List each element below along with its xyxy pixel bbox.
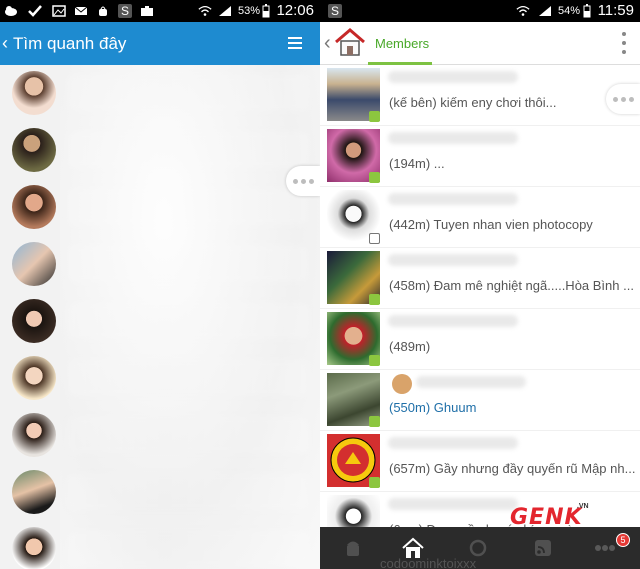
status-clock: 12:06 (276, 2, 314, 19)
more-options-button[interactable] (606, 84, 640, 114)
avatar (12, 185, 56, 229)
avatar (12, 527, 56, 569)
blur-overlay (60, 65, 320, 569)
blurred-name (388, 254, 518, 266)
members-header: ‹ Members (320, 22, 640, 65)
chat-icon[interactable] (592, 535, 618, 561)
member-status: (194m) ... (389, 156, 445, 171)
blurred-name (388, 315, 518, 327)
avatar (12, 242, 56, 286)
right-status-bar: S 54% 11:59 (320, 0, 640, 22)
android-icon (369, 294, 380, 305)
genk-watermark: GENK .VN (510, 503, 589, 530)
android-icon (369, 355, 380, 366)
image-icon (52, 4, 66, 18)
bottom-nav-bar: 5 (320, 527, 640, 569)
chevron-left-icon[interactable]: ‹ (324, 32, 331, 55)
signal-icon (538, 4, 552, 18)
house-logo-icon[interactable] (334, 27, 366, 57)
overlay-text: codoominktoixxx (380, 556, 477, 569)
left-status-bar: S 53% 12:06 (0, 0, 320, 22)
s-icon: S (328, 4, 342, 18)
avatar (12, 356, 56, 400)
member-status: (657m) Gầy nhưng đầy quyến rũ Mập nh... (389, 461, 636, 476)
battery-icon (580, 4, 594, 18)
mail-icon (74, 4, 88, 18)
avatar (12, 470, 56, 514)
member-status: (489m) (389, 339, 431, 354)
blurred-name (388, 132, 518, 144)
android-icon[interactable] (340, 535, 366, 561)
s-icon: S (118, 4, 132, 18)
avatar (392, 374, 412, 394)
member-row[interactable]: (458m) Đam mê nghiệt ngã.....Hòa Bình ..… (320, 248, 640, 309)
blurred-name (416, 376, 526, 388)
right-screen: S 54% 11:59 ‹ Members (kế bên) kiếm eny … (320, 0, 640, 569)
notification-badge: 5 (616, 533, 630, 547)
blurred-name (388, 498, 518, 510)
signal-icon (218, 4, 232, 18)
wifi-icon (516, 4, 530, 18)
bag-icon (96, 4, 110, 18)
battery-icon (259, 4, 273, 18)
android-icon (369, 111, 380, 122)
android-icon (369, 416, 380, 427)
member-status: (kế bên) kiếm eny chơi thôi... (389, 95, 557, 110)
android-icon (369, 172, 380, 183)
member-row[interactable]: (489m) (320, 309, 640, 370)
battery-percent: 53% (238, 5, 261, 17)
member-status: (458m) Đam mê nghiệt ngã.....Hòa Bình ..… (389, 278, 634, 293)
member-row[interactable]: (kế bên) kiếm eny chơi thôi... (320, 65, 640, 126)
member-row[interactable]: (194m) ... (320, 126, 640, 187)
avatar (12, 128, 56, 172)
blurred-name (388, 71, 518, 83)
member-status: (442m) Tuyen nhan vien photocopy (389, 217, 593, 232)
vertical-dots-icon[interactable] (622, 32, 626, 54)
status-clock: 11:59 (597, 2, 634, 19)
blurred-name (388, 193, 518, 205)
blurred-name (388, 437, 518, 449)
tab-members[interactable]: Members (375, 36, 429, 51)
avatar (12, 299, 56, 343)
rss-icon[interactable] (530, 535, 556, 561)
member-row[interactable]: (657m) Gầy nhưng đầy quyến rũ Mập nh... (320, 431, 640, 492)
check-icon (28, 4, 42, 18)
briefcase-icon (140, 4, 154, 18)
android-cloud-icon (4, 4, 18, 18)
battery-percent: 54% (558, 5, 581, 17)
members-list: (kế bên) kiếm eny chơi thôi... (194m) ..… (320, 65, 640, 553)
member-row[interactable]: (442m) Tuyen nhan vien photocopy (320, 187, 640, 248)
android-icon (369, 477, 380, 488)
avatar (12, 413, 56, 457)
device-icon (369, 233, 380, 244)
avatar (12, 71, 56, 115)
member-status: (550m) Ghuum (389, 400, 477, 415)
member-row[interactable]: (550m) Ghuum (320, 370, 640, 431)
wifi-icon (198, 4, 212, 18)
more-options-button[interactable] (286, 166, 320, 196)
nearby-header: ‹ Tìm quanh đây (0, 22, 320, 65)
page-title: Tìm quanh đây (13, 34, 127, 53)
left-screen: S 53% 12:06 ‹ Tìm quanh đây (0, 0, 320, 569)
hamburger-icon[interactable] (288, 37, 302, 49)
